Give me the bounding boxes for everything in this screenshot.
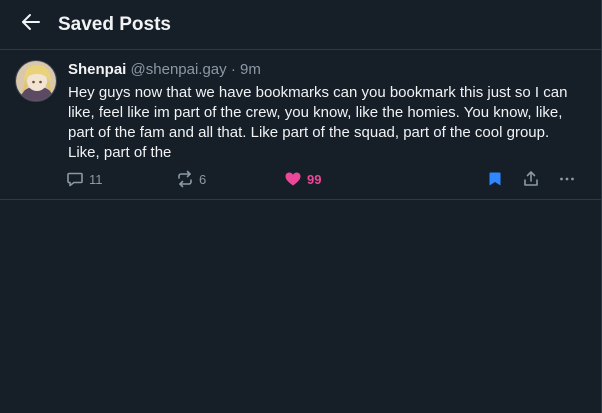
back-button[interactable] <box>20 14 42 36</box>
page-title: Saved Posts <box>58 13 171 35</box>
reply-count: 11 <box>89 171 103 187</box>
post-time[interactable]: 9m <box>240 61 261 78</box>
like-count: 99 <box>307 171 322 187</box>
more-button[interactable] <box>558 170 576 188</box>
share-button[interactable] <box>522 170 540 188</box>
avatar[interactable] <box>15 60 57 102</box>
post[interactable]: Shenpai @shenpai.gay · 9m Hey guys now t… <box>0 50 601 200</box>
back-arrow-icon <box>21 13 41 36</box>
reply-button[interactable]: 11 <box>66 170 103 188</box>
share-icon <box>522 170 540 188</box>
header: Saved Posts <box>0 0 601 50</box>
post-text: Hey guys now that we have bookmarks can … <box>68 84 568 161</box>
bookmark-icon <box>486 170 504 188</box>
post-meta: Shenpai @shenpai.gay · 9m <box>68 61 583 79</box>
repost-button[interactable]: 6 <box>176 170 206 188</box>
meta-separator: · <box>230 61 236 78</box>
heart-icon <box>284 170 302 188</box>
author-name[interactable]: Shenpai <box>68 61 126 78</box>
bookmark-button[interactable] <box>486 170 504 188</box>
more-icon <box>558 170 576 188</box>
repost-count: 6 <box>199 171 207 187</box>
post-content: Shenpai @shenpai.gay · 9m Hey guys now t… <box>68 61 583 163</box>
author-handle[interactable]: @shenpai.gay <box>131 61 227 78</box>
reply-icon <box>66 170 84 188</box>
app-frame: Saved Posts Shenpai @shenpai.gay · 9m He… <box>0 0 602 413</box>
like-button[interactable]: 99 <box>284 170 321 188</box>
repost-icon <box>176 170 194 188</box>
post-actions: 11 6 99 <box>66 170 582 190</box>
